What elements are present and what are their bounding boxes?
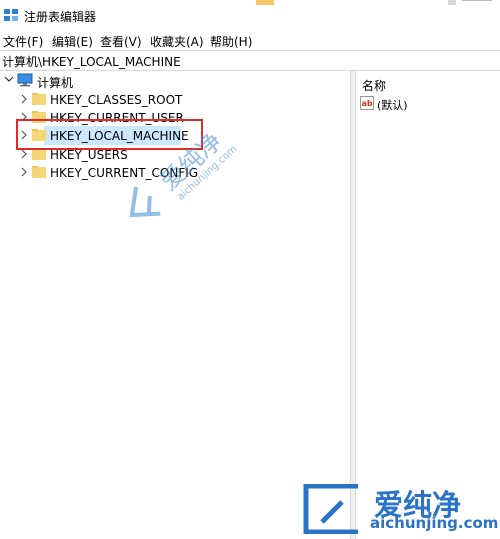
address-bar[interactable]: 计算机\HKEY_LOCAL_MACHINE	[0, 50, 500, 71]
computer-icon	[17, 73, 33, 87]
title-bar: 注册表编辑器	[0, 0, 500, 30]
menu-favorites[interactable]: 收藏夹(A)	[150, 33, 204, 50]
address-path[interactable]: 计算机\HKEY_LOCAL_MACHINE	[2, 53, 181, 70]
titlebar-fragment	[448, 0, 456, 5]
chevron-right-icon[interactable]	[19, 92, 29, 106]
chevron-down-icon[interactable]	[4, 73, 14, 87]
tree-item-label: HKEY_USERS	[50, 148, 128, 162]
tree-root-label: 计算机	[37, 76, 74, 90]
folder-icon	[32, 93, 46, 105]
menu-edit[interactable]: 编辑(E)	[52, 33, 93, 50]
chevron-right-icon[interactable]	[19, 165, 29, 179]
titlebar-fragment	[462, 0, 492, 6]
tree-item-label: HKEY_CLASSES_ROOT	[50, 93, 183, 107]
window-title: 注册表编辑器	[24, 10, 97, 24]
watermark-logo: 爱纯净 aichunjing.com	[302, 484, 499, 536]
menu-help[interactable]: 帮助(H)	[210, 33, 252, 50]
folder-icon	[32, 166, 46, 178]
watermark-logo-icon	[303, 484, 358, 534]
tree-item-classes-root[interactable]: HKEY_CLASSES_ROOT	[0, 91, 220, 109]
registry-editor-icon	[4, 9, 18, 21]
menu-view[interactable]: 查看(V)	[100, 33, 142, 50]
value-list-pane[interactable]: 名称 ab (默认)	[356, 71, 500, 539]
string-value-icon: ab	[360, 96, 374, 110]
tree-root-computer[interactable]: 计算机	[0, 72, 200, 90]
menu-file[interactable]: 文件(F)	[3, 33, 43, 50]
titlebar-fragment	[256, 0, 274, 5]
watermark-domain: aichunjing.com	[370, 514, 499, 532]
menu-bar: 文件(F) 编辑(E) 查看(V) 收藏夹(A) 帮助(H)	[0, 30, 500, 50]
svg-text:ab: ab	[362, 99, 373, 108]
column-header-name[interactable]: 名称	[362, 77, 386, 94]
value-name: (默认)	[377, 99, 408, 112]
